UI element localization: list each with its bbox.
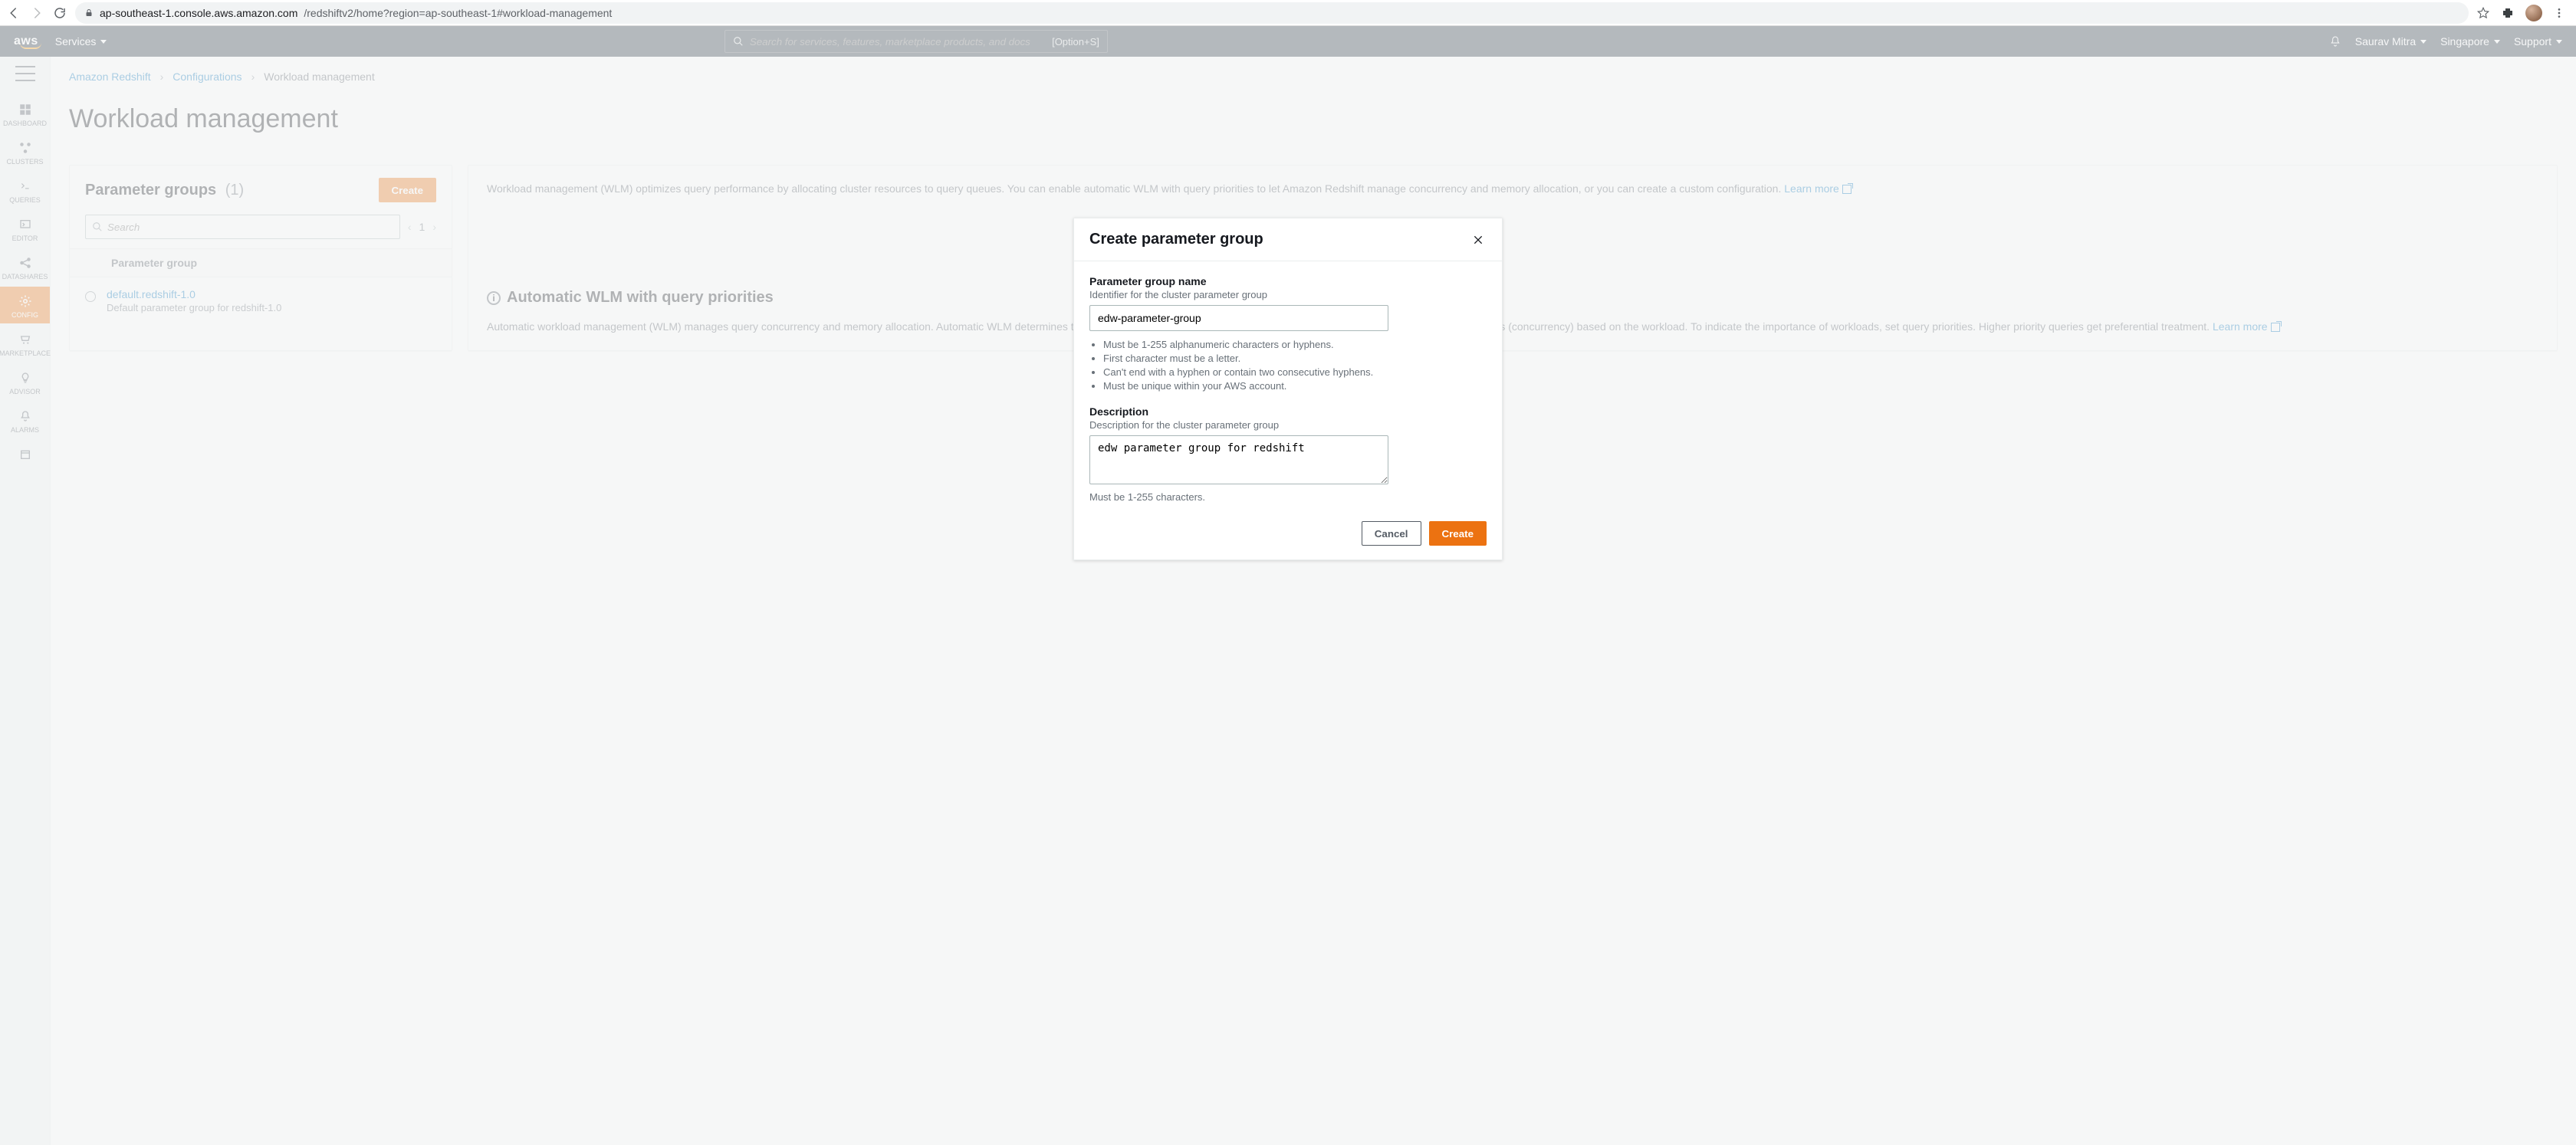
- name-rules: Must be 1-255 alphanumeric characters or…: [1103, 339, 1487, 392]
- forward-button[interactable]: [29, 5, 44, 21]
- desc-hint: Description for the cluster parameter gr…: [1089, 419, 1487, 431]
- url-host: ap-southeast-1.console.aws.amazon.com: [100, 7, 297, 19]
- profile-avatar[interactable]: [2525, 5, 2542, 21]
- create-parameter-group-modal: Create parameter group Parameter group n…: [1073, 218, 1503, 560]
- reload-button[interactable]: [52, 5, 67, 21]
- name-hint: Identifier for the cluster parameter gro…: [1089, 289, 1487, 300]
- desc-label: Description: [1089, 405, 1487, 418]
- modal-backdrop[interactable]: [0, 26, 2576, 1145]
- close-icon[interactable]: [1470, 231, 1487, 248]
- name-input[interactable]: [1089, 305, 1388, 331]
- rule-item: First character must be a letter.: [1103, 353, 1487, 364]
- modal-title: Create parameter group: [1089, 231, 1263, 248]
- lock-icon: [84, 8, 94, 18]
- cancel-button[interactable]: Cancel: [1362, 521, 1421, 546]
- rule-item: Can't end with a hyphen or contain two c…: [1103, 366, 1487, 378]
- url-path: /redshiftv2/home?region=ap-southeast-1#w…: [304, 7, 612, 19]
- name-label: Parameter group name: [1089, 275, 1487, 287]
- extensions-icon[interactable]: [2501, 6, 2515, 20]
- desc-rule: Must be 1-255 characters.: [1089, 491, 1487, 503]
- create-button[interactable]: Create: [1429, 521, 1487, 546]
- address-bar[interactable]: ap-southeast-1.console.aws.amazon.com/re…: [75, 2, 2469, 24]
- star-icon[interactable]: [2476, 6, 2490, 20]
- back-button[interactable]: [6, 5, 21, 21]
- kebab-menu-icon[interactable]: [2553, 7, 2565, 19]
- rule-item: Must be 1-255 alphanumeric characters or…: [1103, 339, 1487, 350]
- desc-input[interactable]: [1089, 435, 1388, 484]
- browser-chrome: ap-southeast-1.console.aws.amazon.com/re…: [0, 0, 2576, 26]
- rule-item: Must be unique within your AWS account.: [1103, 380, 1487, 392]
